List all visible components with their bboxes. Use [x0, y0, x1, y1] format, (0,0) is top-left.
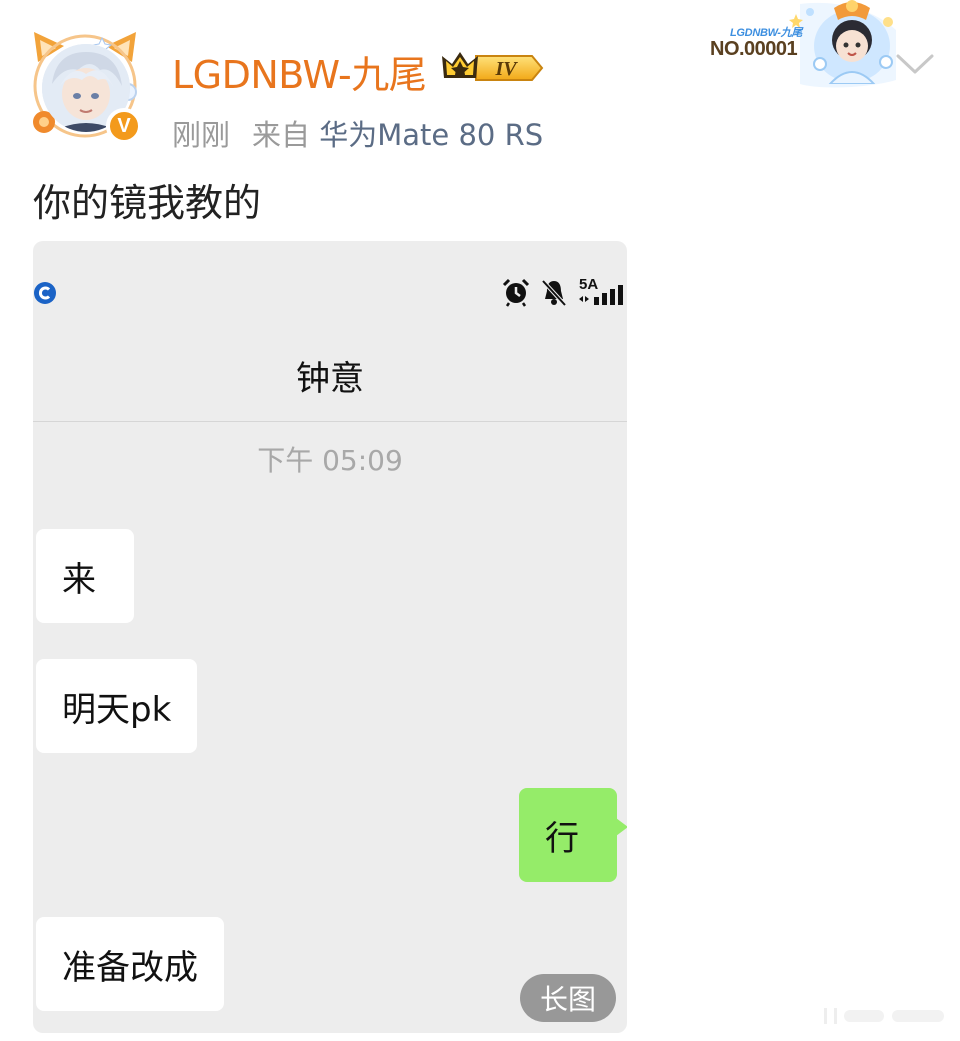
mute-bell-icon: [541, 279, 567, 307]
fan-card-number[interactable]: NO.00001: [710, 38, 798, 61]
attached-image[interactable]: 5A 钟意 下午 05:09 来 明天pk 行 准备改成 长图: [33, 241, 627, 1033]
message-text: 行: [545, 818, 579, 859]
fan-card-avatar[interactable]: [806, 0, 898, 84]
post-time: 刚刚: [172, 118, 231, 152]
author-name[interactable]: LGDNBW-九尾: [172, 44, 427, 99]
header-divider: [33, 421, 627, 422]
faded-action-icons: [824, 1008, 944, 1024]
message-text: 来: [62, 559, 96, 600]
author-avatar[interactable]: V: [30, 26, 146, 146]
message-bubble: 明天pk: [36, 659, 198, 753]
post-meta: 刚刚 来自 华为Mate 80 RS: [172, 112, 543, 154]
chevron-down-icon[interactable]: [894, 48, 936, 78]
post-device[interactable]: 华为Mate 80 RS: [319, 118, 543, 152]
signal-icon: 5A: [579, 276, 623, 305]
post-source-prefix: 来自: [252, 118, 311, 152]
network-type: 5A: [579, 276, 598, 293]
app-status-icon: [34, 282, 56, 304]
message-bubble: 来: [36, 529, 134, 623]
alarm-icon: [502, 278, 530, 307]
chat-timestamp: 下午 05:09: [257, 444, 403, 477]
member-level-badge[interactable]: IV: [440, 48, 544, 88]
message-text: 准备改成: [62, 947, 198, 988]
post-text: 你的镜我教的: [33, 181, 262, 225]
level-text: IV: [494, 58, 518, 80]
message-text: 明天pk: [62, 689, 172, 730]
crown-icon: [442, 52, 478, 78]
message-bubble: 准备改成: [36, 917, 224, 1011]
status-bar-icons: 5A: [501, 275, 625, 309]
chat-title: 钟意: [296, 359, 364, 399]
long-image-tag[interactable]: 长图: [520, 974, 616, 1022]
verified-badge: V: [106, 108, 142, 144]
message-bubble-self: 行: [519, 788, 627, 882]
